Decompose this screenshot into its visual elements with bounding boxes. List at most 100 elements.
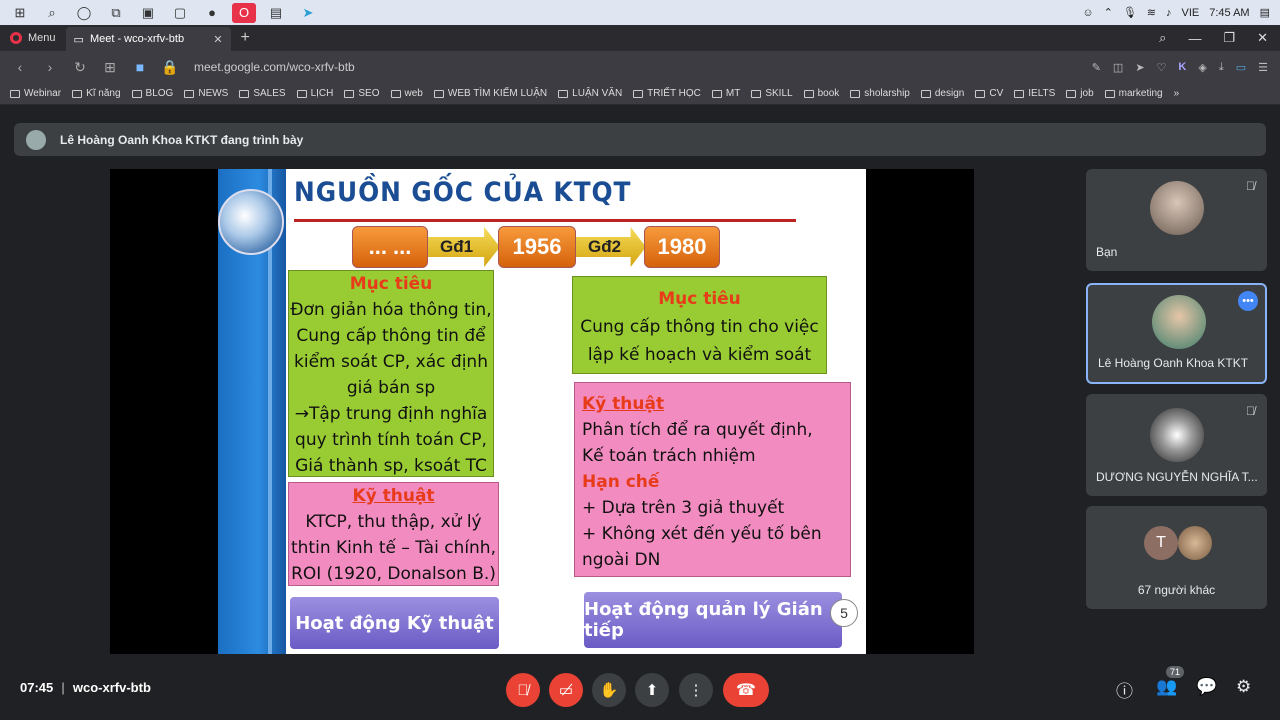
maximize-icon[interactable]: ❐ — [1223, 30, 1235, 46]
opera-menu-button[interactable]: Menu — [0, 25, 66, 51]
bookmark-folder[interactable]: SALES — [239, 88, 286, 99]
technique-line: ROI (1920, Donalson B.) — [291, 564, 496, 584]
mail-icon[interactable]: ▢ — [168, 3, 192, 23]
mic-toggle-button[interactable]: 🎙̸ — [506, 673, 540, 707]
participant-tile[interactable]: 🎙̸ Bạn — [1086, 169, 1267, 271]
close-tab-icon[interactable]: ✕ — [213, 33, 222, 46]
windows-start-icon[interactable]: ⊞ — [8, 3, 32, 23]
goal-box-phase1: Mục tiêu Đơn giản hóa thông tin, Cung cấ… — [288, 270, 494, 477]
bookmark-folder[interactable]: BLOG — [131, 88, 173, 99]
folder-icon — [975, 89, 986, 98]
folder-icon — [751, 89, 762, 98]
telegram-icon[interactable]: ➤ — [296, 3, 320, 23]
speed-dial-icon[interactable]: ⊞ — [100, 59, 120, 76]
minimize-icon[interactable]: — — [1188, 31, 1201, 46]
app-icon[interactable]: ● — [200, 3, 224, 23]
opera-icon[interactable]: O — [232, 2, 256, 23]
camera-icon[interactable]: ■ — [130, 59, 150, 75]
download-icon[interactable]: ⤓ — [1219, 61, 1224, 74]
technique-line: Kế toán trách nhiệm — [582, 446, 756, 466]
language-indicator[interactable]: VIE — [1182, 7, 1200, 19]
camera-toggle-button[interactable]: ▭̸ — [549, 673, 583, 707]
meeting-control-bar: 07:45 | wco-xrfv-btb 🎙̸ ▭̸ ✋ ⬆ ⋮ ☎ ⓘ 👥 71 … — [0, 665, 1280, 720]
extension-k-icon[interactable]: K — [1178, 61, 1186, 74]
meeting-info-icon[interactable]: ⓘ — [1116, 677, 1133, 702]
bookmark-folder[interactable]: web — [390, 88, 423, 99]
bookmark-folder[interactable]: design — [920, 88, 964, 99]
more-options-button[interactable]: ⋮ — [679, 673, 713, 707]
limitation-line: ngoài DN — [582, 550, 661, 570]
present-button[interactable]: ⬆ — [635, 673, 669, 707]
people-icon[interactable]: 👥 — [1156, 677, 1177, 697]
meeting-time: 07:45 | wco-xrfv-btb — [20, 680, 151, 695]
easy-setup-icon[interactable]: ☰ — [1258, 61, 1268, 74]
forward-icon[interactable]: › — [40, 59, 60, 75]
presenting-banner: Lê Hoàng Oanh Khoa KTKT đang trình bày — [14, 123, 1266, 156]
bookmark-folder[interactable]: SKILL — [751, 88, 793, 99]
browser-tab-bar: Menu ▭ Meet - wco-xrfv-btb ✕ + ⌕ — ❐ ✕ — [0, 25, 1280, 51]
send-icon[interactable]: ➤ — [1135, 61, 1144, 74]
url-field[interactable]: meet.google.com/wco-xrfv-btb — [194, 60, 355, 74]
globe-image — [218, 189, 284, 255]
bookmark-folder[interactable]: TRIẾT HỌC — [633, 88, 701, 99]
timeline-arrow-phase2: Gđ2 — [576, 227, 646, 267]
edit-icon[interactable]: ✎ — [1092, 61, 1101, 74]
activities-icon[interactable]: ⚙ — [1236, 677, 1251, 697]
goal-line: quy trình tính toán CP, — [295, 430, 487, 450]
back-icon[interactable]: ‹ — [10, 59, 30, 75]
camera-off-icon: ▭̸ — [558, 682, 574, 699]
file-explorer-icon[interactable]: ▤ — [264, 3, 288, 23]
others-tile[interactable]: T 67 người khác — [1086, 506, 1267, 609]
bookmark-folder[interactable]: NEWS — [184, 88, 228, 99]
notification-icon[interactable]: ▤ — [1260, 6, 1270, 19]
folder-icon — [1104, 89, 1115, 98]
new-tab-button[interactable]: + — [241, 29, 250, 47]
volume-icon[interactable]: ♪ — [1166, 7, 1172, 19]
bookmark-folder[interactable]: CV — [975, 88, 1003, 99]
chevron-up-icon[interactable]: ⌃ — [1104, 6, 1113, 19]
bookmark-folder[interactable]: job — [1066, 88, 1094, 99]
search-icon[interactable]: ⌕ — [40, 3, 64, 23]
participant-tile-active[interactable]: ••• Lê Hoàng Oanh Khoa KTKT — [1086, 283, 1267, 384]
search-tabs-icon[interactable]: ⌕ — [1159, 30, 1166, 46]
goal-line: Cung cấp thông tin cho việc — [580, 317, 819, 337]
battery-icon[interactable]: ▭ — [1236, 61, 1246, 74]
bookmark-folder[interactable]: marketing — [1104, 88, 1163, 99]
chat-icon[interactable]: 💬 — [1196, 677, 1217, 697]
browser-tab[interactable]: ▭ Meet - wco-xrfv-btb ✕ — [65, 27, 231, 51]
participant-tile[interactable]: 🎙̸ DƯƠNG NGUYỄN NGHĨA T... — [1086, 394, 1267, 496]
bookmark-folder[interactable]: SEO — [344, 88, 380, 99]
bookmark-folder[interactable]: IELTS — [1014, 88, 1055, 99]
more-bookmarks-icon[interactable]: » — [1174, 88, 1180, 99]
folder-icon — [920, 89, 931, 98]
bookmark-folder[interactable]: MT — [711, 88, 740, 99]
more-options-icon[interactable]: ••• — [1238, 291, 1258, 311]
system-clock[interactable]: 7:45 AM — [1209, 7, 1249, 19]
goal-line: →Tập trung định nghĩa — [294, 404, 488, 424]
people-icon[interactable]: ☺ — [1082, 7, 1093, 19]
microphone-icon[interactable]: 🎙 — [1123, 6, 1137, 19]
cube-icon[interactable]: ◈ — [1198, 61, 1206, 74]
bookmark-folder[interactable]: WEB TÌM KIẾM LUẬN — [433, 88, 547, 99]
raise-hand-button[interactable]: ✋ — [592, 673, 626, 707]
bookmark-folder[interactable]: Webinar — [10, 88, 61, 99]
scroll-indirect-management: Hoạt động quản lý Gián tiếp — [584, 592, 842, 648]
wifi-icon[interactable]: ≋ — [1147, 6, 1156, 19]
bookmark-folder[interactable]: book — [803, 88, 839, 99]
leave-call-button[interactable]: ☎ — [723, 673, 769, 707]
bookmark-folder[interactable]: LUẬN VĂN — [558, 88, 622, 99]
store-icon[interactable]: ▣ — [136, 3, 160, 23]
bookmark-folder[interactable]: LỊCH — [296, 88, 333, 99]
bookmark-folder[interactable]: sholarship — [850, 88, 910, 99]
initial-avatar: T — [1144, 526, 1178, 560]
avatar — [1150, 181, 1204, 235]
technique-box-phase2: Kỹ thuật Phân tích để ra quyết định, Kế … — [574, 382, 851, 577]
snapshot-icon[interactable]: ◫ — [1113, 61, 1123, 74]
bookmark-folder[interactable]: Kĩ năng — [72, 88, 121, 99]
cortana-icon[interactable]: ◯ — [72, 3, 96, 23]
timeline-arrow-phase1: Gđ1 — [428, 227, 500, 267]
task-view-icon[interactable]: ⧉ — [104, 3, 128, 23]
close-window-icon[interactable]: ✕ — [1257, 30, 1268, 46]
heart-icon[interactable]: ♡ — [1157, 61, 1167, 74]
reload-icon[interactable]: ↻ — [70, 59, 90, 76]
